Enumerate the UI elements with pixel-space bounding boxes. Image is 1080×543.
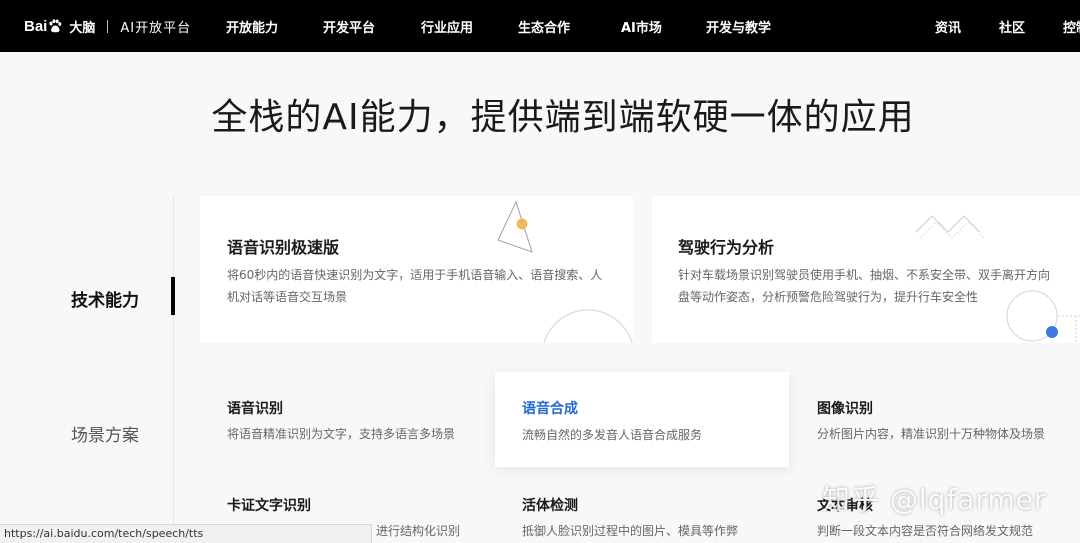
- item-title: 语音合成: [522, 401, 578, 417]
- item-description: 进行结构化识别: [376, 524, 461, 538]
- grid-item-asr[interactable]: 语音识别 将语音精准识别为文字，支持多语言多场景: [227, 398, 477, 448]
- item-description: 将语音精准识别为文字，支持多语言多场景: [227, 427, 456, 441]
- grid-item-liveness[interactable]: 活体检测 抵御人脸识别过程中的图片、模具等作弊: [522, 495, 772, 543]
- logo-cn-text: 大脑: [69, 20, 96, 36]
- baidu-ai-logo[interactable]: Bai 大脑 AI开放平台: [24, 13, 191, 39]
- tab-scenario-solutions[interactable]: 场景方案: [71, 421, 139, 446]
- circle-decoration-icon: [543, 309, 633, 343]
- nav-item-ecosystem[interactable]: 生态合作: [518, 17, 570, 36]
- grid-item-tts[interactable]: 语音合成 流畅自然的多发音人语音合成服务: [495, 372, 789, 467]
- side-tab-divider: [173, 196, 174, 543]
- active-tab-indicator: [171, 277, 175, 315]
- item-description: 分析图片内容，精准识别十万种物体及场景: [817, 427, 1046, 441]
- card-description: 将60秒内的语音快速识别为文字，适用于手机语音输入、语音搜索、人机对话等语音交互…: [227, 268, 603, 304]
- card-title: 驾驶行为分析: [678, 238, 775, 257]
- top-navigation-bar: Bai 大脑 AI开放平台 开放能力 开发平台 行业应用 生态合作 AI市场 开…: [0, 0, 1080, 52]
- card-title: 语音识别极速版: [227, 238, 340, 257]
- zigzag-decoration-icon: [915, 215, 985, 239]
- nav-item-industry-apps[interactable]: 行业应用: [421, 17, 473, 36]
- nav-item-dev-teaching[interactable]: 开发与教学: [706, 17, 771, 36]
- item-title: 图像识别: [817, 401, 873, 417]
- baidu-paw-icon: [49, 19, 62, 33]
- baidu-wordmark: Bai: [24, 18, 63, 35]
- page-title: 全栈的AI能力，提供端到端软硬一体的应用: [211, 97, 915, 138]
- item-description: 判断一段文本内容是否符合网络发文规范: [817, 524, 1034, 538]
- item-title: 卡证文字识别: [227, 498, 311, 514]
- logo-brand-text: Bai: [24, 17, 48, 35]
- nav-item-ai-market[interactable]: AI市场: [621, 17, 662, 36]
- item-description: 抵御人脸识别过程中的图片、模具等作弊: [522, 524, 739, 538]
- item-title: 活体检测: [522, 498, 578, 514]
- logo-divider: [107, 19, 109, 33]
- nav-item-dev-platform[interactable]: 开发平台: [323, 17, 375, 36]
- nav-item-console[interactable]: 控制台: [1063, 17, 1080, 36]
- tab-tech-capabilities[interactable]: 技术能力: [71, 286, 139, 311]
- zhihu-watermark: 知乎 @lqfarmer: [822, 483, 1047, 516]
- item-title: 语音识别: [227, 401, 283, 417]
- featured-card-fast-asr[interactable]: 语音识别极速版 将60秒内的语音快速识别为文字，适用于手机语音输入、语音搜索、人…: [200, 196, 633, 343]
- card-description: 针对车载场景识别驾驶员使用手机、抽烟、不系安全带、双手离开方向盘等动作姿态，分析…: [678, 268, 1051, 304]
- triangle-decoration-icon: [497, 200, 533, 253]
- nav-item-community[interactable]: 社区: [999, 17, 1025, 36]
- status-bar-url: https://ai.baidu.com/tech/speech/tts: [0, 524, 372, 543]
- nav-item-open-capabilities[interactable]: 开放能力: [226, 17, 278, 36]
- featured-card-driver-behavior[interactable]: 驾驶行为分析 针对车载场景识别驾驶员使用手机、抽烟、不系安全带、双手离开方向盘等…: [652, 196, 1080, 343]
- logo-product-text: AI开放平台: [120, 20, 192, 36]
- item-description: 流畅自然的多发音人语音合成服务: [522, 428, 703, 442]
- grid-item-image-recognition[interactable]: 图像识别 分析图片内容，精准识别十万种物体及场景: [817, 398, 1067, 448]
- nav-item-news[interactable]: 资讯: [935, 17, 961, 36]
